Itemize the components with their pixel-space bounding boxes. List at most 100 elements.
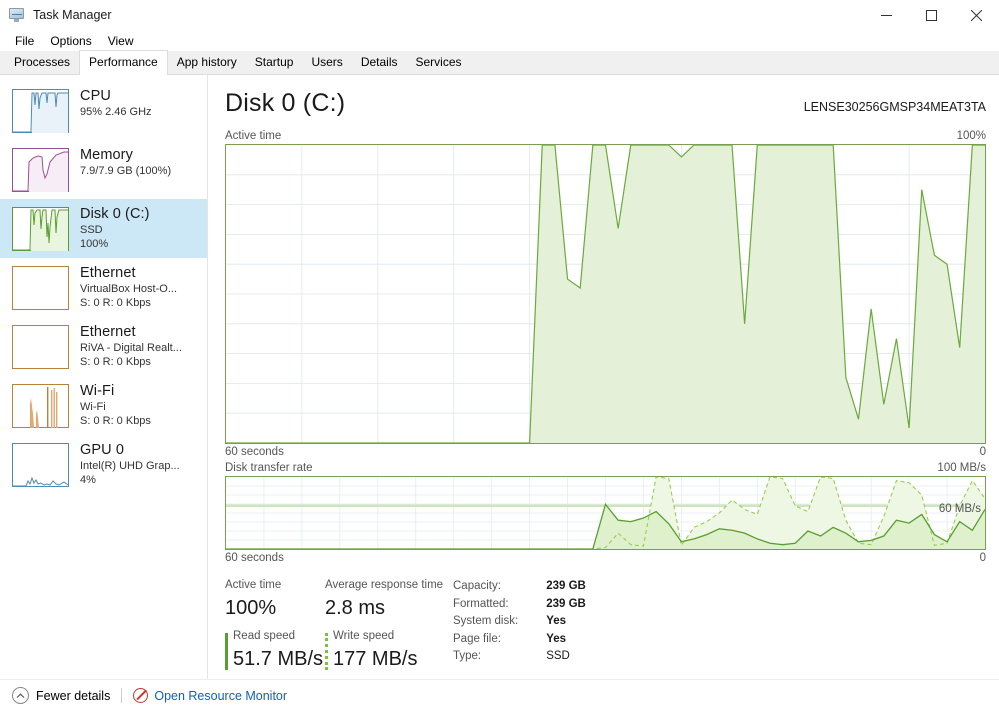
sidebar-item-sub2: 100%	[80, 238, 109, 250]
stat-value: 2.8 ms	[325, 597, 386, 619]
disk-model-label: LENSE30256GMSP34MEAT3TA	[803, 100, 986, 114]
open-resource-monitor-button[interactable]: Open Resource Monitor	[133, 688, 287, 703]
chevron-up-icon	[12, 687, 29, 704]
sidebar-item-wifi[interactable]: Wi-Fi Wi-Fi S: 0 R: 0 Kbps	[0, 376, 207, 435]
tab-performance[interactable]: Performance	[79, 50, 168, 75]
sidebar-item-sub: VirtualBox Host-O...	[80, 283, 177, 295]
sidebar-item-sub2: S: 0 R: 0 Kbps	[80, 297, 151, 309]
sidebar-item-label: Memory	[80, 147, 133, 163]
ethernet-thumbnail-chart	[12, 266, 69, 310]
menu-bar: File Options View	[0, 30, 999, 51]
stat-value: 51.7 MB/s	[233, 648, 324, 670]
footer-bar: Fewer details Open Resource Monitor	[0, 679, 999, 711]
sidebar-item-disk-0[interactable]: Disk 0 (C:) SSD 100%	[0, 199, 207, 258]
sidebar-item-sub: SSD	[80, 224, 103, 236]
detail-value: 239 GB	[546, 580, 586, 592]
detail-value: Yes	[546, 632, 567, 645]
sidebar-item-sub2: S: 0 R: 0 Kbps	[80, 415, 151, 427]
fewer-details-button[interactable]: Fewer details	[12, 687, 110, 704]
sidebar-item-ethernet-riva[interactable]: Ethernet RiVA - Digital Realt... S: 0 R:…	[0, 317, 207, 376]
stat-response-time: Average response time 2.8 ms	[325, 578, 453, 623]
transfer-x-right: 0	[979, 552, 986, 564]
disk-details-table: Capacity: 239 GB Formatted: 239 GB Syste…	[453, 578, 586, 674]
disk-transfer-chart: 60 MB/s	[225, 476, 986, 550]
active-time-chart-max: 100%	[956, 130, 986, 142]
active-time-x-label: 60 seconds	[225, 446, 284, 458]
footer-divider	[121, 688, 123, 703]
sidebar-item-sub: RiVA - Digital Realt...	[80, 342, 182, 354]
stats-row-bottom: Read speed 51.7 MB/s Write speed 177 MB/…	[225, 629, 453, 674]
tab-app-history[interactable]: App history	[167, 51, 246, 74]
tab-details[interactable]: Details	[351, 51, 407, 74]
active-time-x-right: 0	[979, 446, 986, 458]
tab-services[interactable]: Services	[406, 51, 471, 74]
transfer-axis: 60 seconds 0	[225, 552, 986, 564]
sidebar-item-sub2: 4%	[80, 474, 96, 486]
stat-label: Average response time	[325, 579, 444, 591]
tab-users[interactable]: Users	[302, 51, 352, 74]
detail-value: Yes	[546, 615, 567, 627]
page-title: Disk 0 (C:)	[225, 89, 346, 117]
sidebar-item-ethernet-virtualbox[interactable]: Ethernet VirtualBox Host-O... S: 0 R: 0 …	[0, 258, 207, 317]
fewer-details-label: Fewer details	[36, 688, 111, 703]
active-time-chart-label: Active time	[225, 130, 282, 142]
stat-label: Write speed	[333, 630, 395, 642]
disk-transfer-chart-svg	[226, 477, 985, 549]
sidebar-item-label: CPU	[80, 88, 111, 104]
main-header: Disk 0 (C:) LENSE30256GMSP34MEAT3TA	[225, 89, 986, 118]
detail-key: Capacity:	[453, 580, 501, 592]
sidebar-item-label: Ethernet	[80, 265, 136, 281]
detail-value: 239 GB	[546, 597, 586, 610]
sidebar-item-label: Ethernet	[80, 324, 136, 340]
memory-thumbnail-chart	[12, 148, 69, 192]
sidebar-item-sub: Intel(R) UHD Grap...	[80, 460, 180, 472]
detail-key: Type:	[453, 650, 482, 662]
title-bar: Task Manager	[0, 0, 999, 30]
task-manager-icon	[9, 7, 25, 23]
sidebar-item-sub2: S: 0 R: 0 Kbps	[80, 356, 151, 368]
cpu-thumbnail-chart	[12, 89, 69, 133]
sidebar-item-cpu[interactable]: CPU 95% 2.46 GHz	[0, 81, 207, 140]
menu-item-view[interactable]: View	[100, 32, 142, 50]
sidebar-item-gpu-0[interactable]: GPU 0 Intel(R) UHD Grap... 4%	[0, 435, 207, 494]
resource-monitor-label: Open Resource Monitor	[154, 688, 288, 703]
tab-bar: Processes Performance App history Startu…	[0, 50, 999, 75]
tab-startup[interactable]: Startup	[245, 51, 303, 74]
detail-key: Page file:	[453, 632, 501, 645]
stat-write-speed: Write speed 177 MB/s	[325, 629, 453, 674]
sidebar-item-sub: Wi-Fi	[80, 401, 106, 413]
stat-label: Active time	[225, 579, 282, 591]
stats-row-top: Active time 100% Average response time 2…	[225, 578, 453, 623]
stat-active-time: Active time 100%	[225, 578, 325, 623]
sidebar-item-label: Wi-Fi	[80, 383, 115, 399]
detail-key: Formatted:	[453, 597, 509, 610]
main-panel: Disk 0 (C:) LENSE30256GMSP34MEAT3TA Acti…	[208, 75, 999, 710]
transfer-chart-label: Disk transfer rate	[225, 462, 313, 474]
active-time-chart	[225, 144, 986, 444]
sidebar-item-sub: 7.9/7.9 GB (100%)	[80, 165, 172, 177]
minimize-button[interactable]	[864, 0, 909, 30]
detail-value: SSD	[546, 650, 570, 662]
sidebar-item-memory[interactable]: Memory 7.9/7.9 GB (100%)	[0, 140, 207, 199]
sidebar-item-label: Disk 0 (C:)	[80, 206, 150, 222]
stat-read-speed: Read speed 51.7 MB/s	[225, 629, 325, 674]
tab-processes[interactable]: Processes	[5, 51, 80, 74]
maximize-button[interactable]	[909, 0, 954, 30]
stats-area: Active time 100% Average response time 2…	[225, 578, 986, 674]
window-controls	[864, 0, 999, 30]
sidebar-item-label: GPU 0	[80, 442, 125, 458]
active-time-axis: 60 seconds 0	[225, 446, 986, 458]
detail-key: System disk:	[453, 615, 519, 627]
disk-thumbnail-chart	[12, 207, 69, 251]
window-title: Task Manager	[33, 8, 112, 22]
resource-monitor-icon	[133, 688, 149, 703]
close-button[interactable]	[954, 0, 999, 30]
transfer-chart-max: 100 MB/s	[937, 462, 986, 474]
menu-item-file[interactable]: File	[7, 32, 42, 50]
sidebar-item-sub: 95% 2.46 GHz	[80, 106, 152, 118]
content-area: CPU 95% 2.46 GHz Memory 7.9/7.9 GB (100%…	[0, 75, 999, 710]
menu-item-options[interactable]: Options	[42, 32, 99, 50]
stat-value: 177 MB/s	[333, 648, 418, 670]
transfer-x-label: 60 seconds	[225, 552, 284, 564]
active-time-chart-svg	[226, 145, 985, 443]
